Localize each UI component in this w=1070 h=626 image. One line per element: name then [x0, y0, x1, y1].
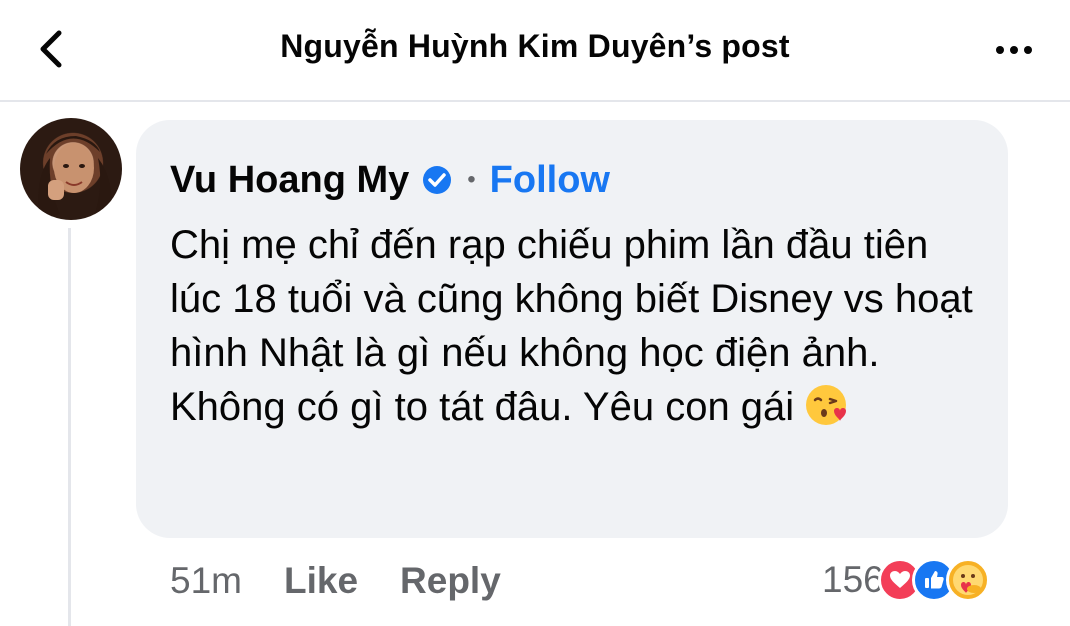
- author-name[interactable]: Vu Hoang My: [170, 159, 409, 202]
- post-comment-screen: Nguyễn Huỳnh Kim Duyên’s post Vu Hoang M…: [0, 0, 1070, 626]
- dot-icon: [1024, 46, 1032, 54]
- reply-button[interactable]: Reply: [400, 560, 501, 602]
- comment-bubble: Vu Hoang My • Follow Chị mẹ chỉ đến rạp …: [136, 120, 1008, 538]
- thread-line: [68, 228, 71, 626]
- dot-icon: [1010, 46, 1018, 54]
- reaction-count: 156: [822, 559, 884, 600]
- dot-icon: [996, 46, 1004, 54]
- comment-actions: 51m Like Reply: [170, 556, 501, 606]
- page-title: Nguyễn Huỳnh Kim Duyên’s post: [280, 28, 790, 64]
- more-options-button[interactable]: [984, 30, 1044, 70]
- like-button[interactable]: Like: [284, 560, 358, 602]
- comment-body: Chị mẹ chỉ đến rạp chiếu phim lần đầu ti…: [170, 223, 973, 429]
- separator-dot: •: [467, 166, 476, 193]
- comment-text: Chị mẹ chỉ đến rạp chiếu phim lần đầu ti…: [170, 218, 990, 434]
- verified-badge-icon: [423, 166, 452, 194]
- avatar[interactable]: [20, 118, 122, 220]
- comment-timestamp[interactable]: 51m: [170, 560, 242, 602]
- profile-photo-icon: [38, 136, 113, 220]
- comment-header: Vu Hoang My • Follow: [170, 156, 610, 204]
- top-bar: Nguyễn Huỳnh Kim Duyên’s post: [0, 0, 1070, 102]
- care-reaction-icon: [945, 558, 990, 602]
- follow-button[interactable]: Follow: [490, 159, 610, 202]
- reactions-summary[interactable]: 156: [822, 552, 990, 608]
- face-blowing-kiss-icon: [806, 385, 847, 426]
